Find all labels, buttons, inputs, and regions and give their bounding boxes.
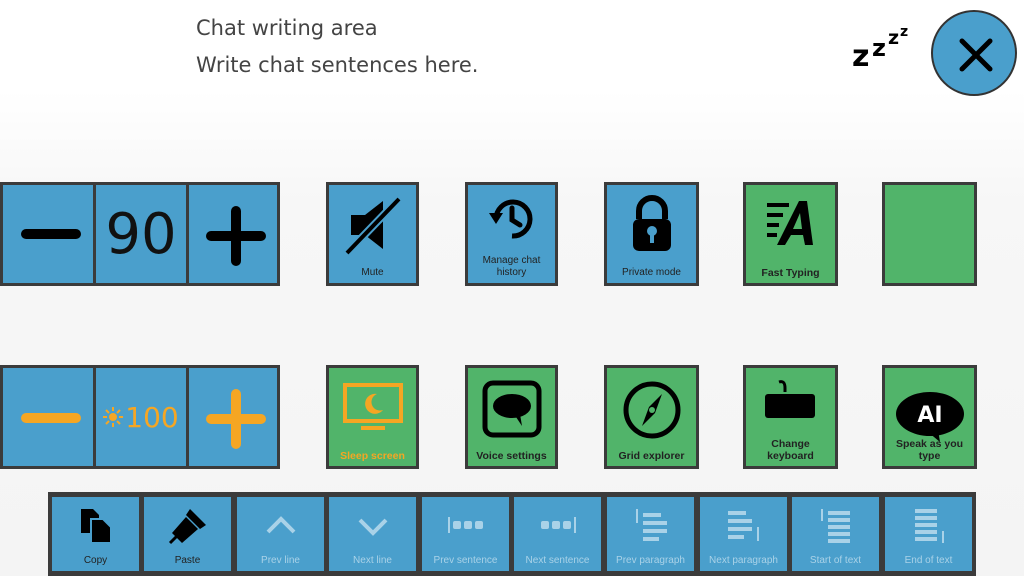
manage-chat-history-button[interactable]: Manage chat history [465, 182, 558, 286]
next-paragraph-label: Next paragraph [709, 555, 778, 566]
volume-increase-button[interactable] [186, 182, 280, 286]
copy-button[interactable]: Copy [52, 497, 139, 571]
sleep-screen-icon [342, 383, 403, 430]
sleep-screen-button[interactable]: Sleep screen [326, 365, 419, 469]
start-of-text-button[interactable]: Start of text [792, 497, 879, 571]
chevron-up-icon [266, 516, 295, 534]
sleep-screen-label: Sleep screen [340, 450, 405, 462]
change-keyboard-button[interactable]: Change keyboard [743, 365, 838, 469]
volume-value-text: 90 [105, 201, 177, 267]
prev-line-button[interactable]: Prev line [237, 497, 324, 571]
start-of-text-label: Start of text [809, 555, 862, 566]
next-paragraph-icon [727, 511, 759, 541]
chat-area-title: Chat writing area [196, 16, 378, 40]
voice-settings-button[interactable]: Voice settings [465, 365, 558, 469]
paste-button[interactable]: Paste [144, 497, 231, 571]
grid-explorer-button[interactable]: Grid explorer [604, 365, 699, 469]
empty-tile[interactable] [882, 182, 977, 286]
prev-paragraph-button[interactable]: Prev paragraph [607, 497, 694, 571]
speak-as-you-type-button[interactable]: AI Speak as you type [882, 365, 977, 469]
lock-icon [632, 195, 671, 251]
end-of-text-label: End of text [904, 555, 953, 566]
svg-text:z: z [872, 34, 886, 62]
svg-text:z: z [888, 27, 899, 49]
brightness-decrease-button[interactable] [0, 365, 96, 469]
private-mode-label: Private mode [622, 267, 681, 278]
copy-icon [80, 509, 112, 544]
next-line-label: Next line [353, 555, 392, 566]
volume-value: 90 [93, 182, 189, 286]
manage-chat-history-label: Manage chat history [482, 255, 541, 278]
change-keyboard-label: Change keyboard [767, 438, 814, 462]
chat-writing-area[interactable]: Chat writing area Write chat sentences h… [196, 10, 478, 84]
ai-bubble-icon: AI [895, 392, 964, 442]
chat-area-placeholder: Write chat sentences here. [196, 53, 479, 77]
prev-paragraph-icon [635, 509, 667, 541]
zzz-icon[interactable]: z z z z [850, 22, 920, 74]
keyboard-icon [764, 380, 815, 418]
compass-icon [623, 381, 680, 439]
close-icon [959, 38, 993, 72]
plus-icon [206, 206, 266, 266]
mute-label: Mute [361, 267, 384, 278]
prev-sentence-label: Prev sentence [433, 555, 498, 566]
paste-brush-icon [168, 509, 206, 545]
svg-text:AI: AI [917, 403, 942, 428]
sun-icon [103, 407, 124, 427]
volume-decrease-button[interactable] [0, 182, 96, 286]
svg-text:z: z [852, 39, 869, 72]
end-of-text-icon [914, 509, 944, 543]
next-line-button[interactable]: Next line [329, 497, 416, 571]
next-sentence-label: Next sentence [525, 555, 590, 566]
brightness-value: 100 [93, 365, 189, 469]
next-sentence-button[interactable]: Next sentence [514, 497, 601, 571]
prev-paragraph-label: Prev paragraph [616, 555, 685, 566]
plus-icon [206, 389, 266, 449]
copy-label: Copy [83, 555, 108, 566]
svg-text:z: z [900, 24, 908, 40]
private-mode-button[interactable]: Private mode [604, 182, 699, 286]
speech-bubble-icon [482, 380, 541, 438]
start-of-text-icon [820, 509, 850, 543]
prev-sentence-button[interactable]: Prev sentence [422, 497, 509, 571]
fast-typing-icon [766, 201, 813, 245]
grid-explorer-label: Grid explorer [618, 450, 685, 462]
history-icon [488, 199, 532, 239]
end-of-text-button[interactable]: End of text [885, 497, 972, 571]
fast-typing-label: Fast Typing [761, 267, 820, 279]
brightness-value-text: 100 [125, 400, 179, 434]
minus-icon [21, 413, 81, 423]
chevron-down-icon [358, 518, 387, 536]
fast-typing-button[interactable]: Fast Typing [743, 182, 838, 286]
mute-button[interactable]: Mute [326, 182, 419, 286]
brightness-increase-button[interactable] [186, 365, 280, 469]
paste-label: Paste [174, 555, 201, 566]
speak-as-you-type-label: Speak as you type [895, 438, 964, 462]
mute-icon [343, 196, 402, 256]
prev-sentence-icon [447, 517, 483, 533]
next-paragraph-button[interactable]: Next paragraph [700, 497, 787, 571]
close-button[interactable] [931, 10, 1017, 96]
voice-settings-label: Voice settings [476, 450, 547, 462]
prev-line-label: Prev line [261, 555, 300, 566]
next-sentence-icon [540, 517, 576, 533]
minus-icon [21, 229, 81, 239]
